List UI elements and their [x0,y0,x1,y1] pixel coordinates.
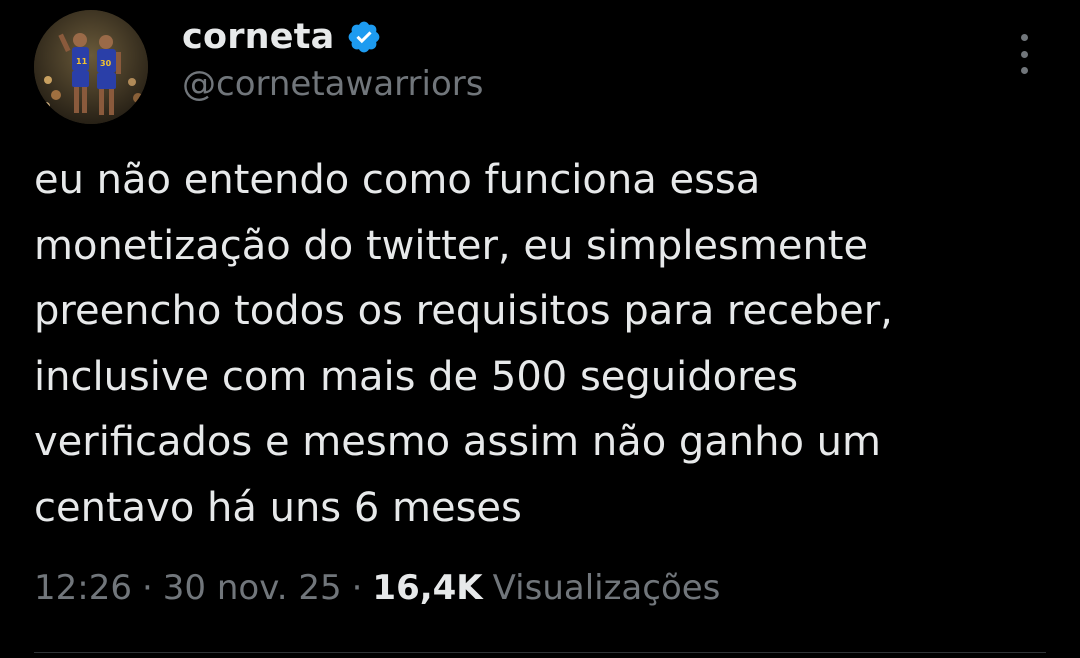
more-dot [1020,67,1028,74]
meta-separator: · [351,568,363,608]
author-name-row[interactable]: corneta [182,12,382,62]
svg-text:30: 30 [100,59,112,68]
tweet-date[interactable]: 30 nov. 25 [163,568,342,608]
more-dot [1020,50,1028,58]
more-dot [1020,34,1028,41]
more-options-icon[interactable] [1006,34,1042,74]
tweet-metadata: 12:26 · 30 nov. 25 · 16,4K Visualizações [34,568,720,608]
author-display-name[interactable]: corneta [182,17,334,57]
avatar[interactable]: 11 30 [34,10,148,124]
verified-badge-icon[interactable] [346,19,382,55]
tweet-time[interactable]: 12:26 [34,568,132,608]
avatar-image: 11 30 [34,10,148,124]
author-handle[interactable]: @cornetawarriors [182,64,483,104]
tweet-container: 11 30 corneta @cornetawarriors eu não en… [0,0,1080,658]
tweet-text: eu não entendo como funciona essa moneti… [34,157,893,531]
views-count[interactable]: 16,4K [372,568,482,608]
divider [34,652,1046,653]
meta-separator: · [141,568,153,608]
svg-text:11: 11 [76,57,88,66]
views-label[interactable]: Visualizações [493,568,721,608]
